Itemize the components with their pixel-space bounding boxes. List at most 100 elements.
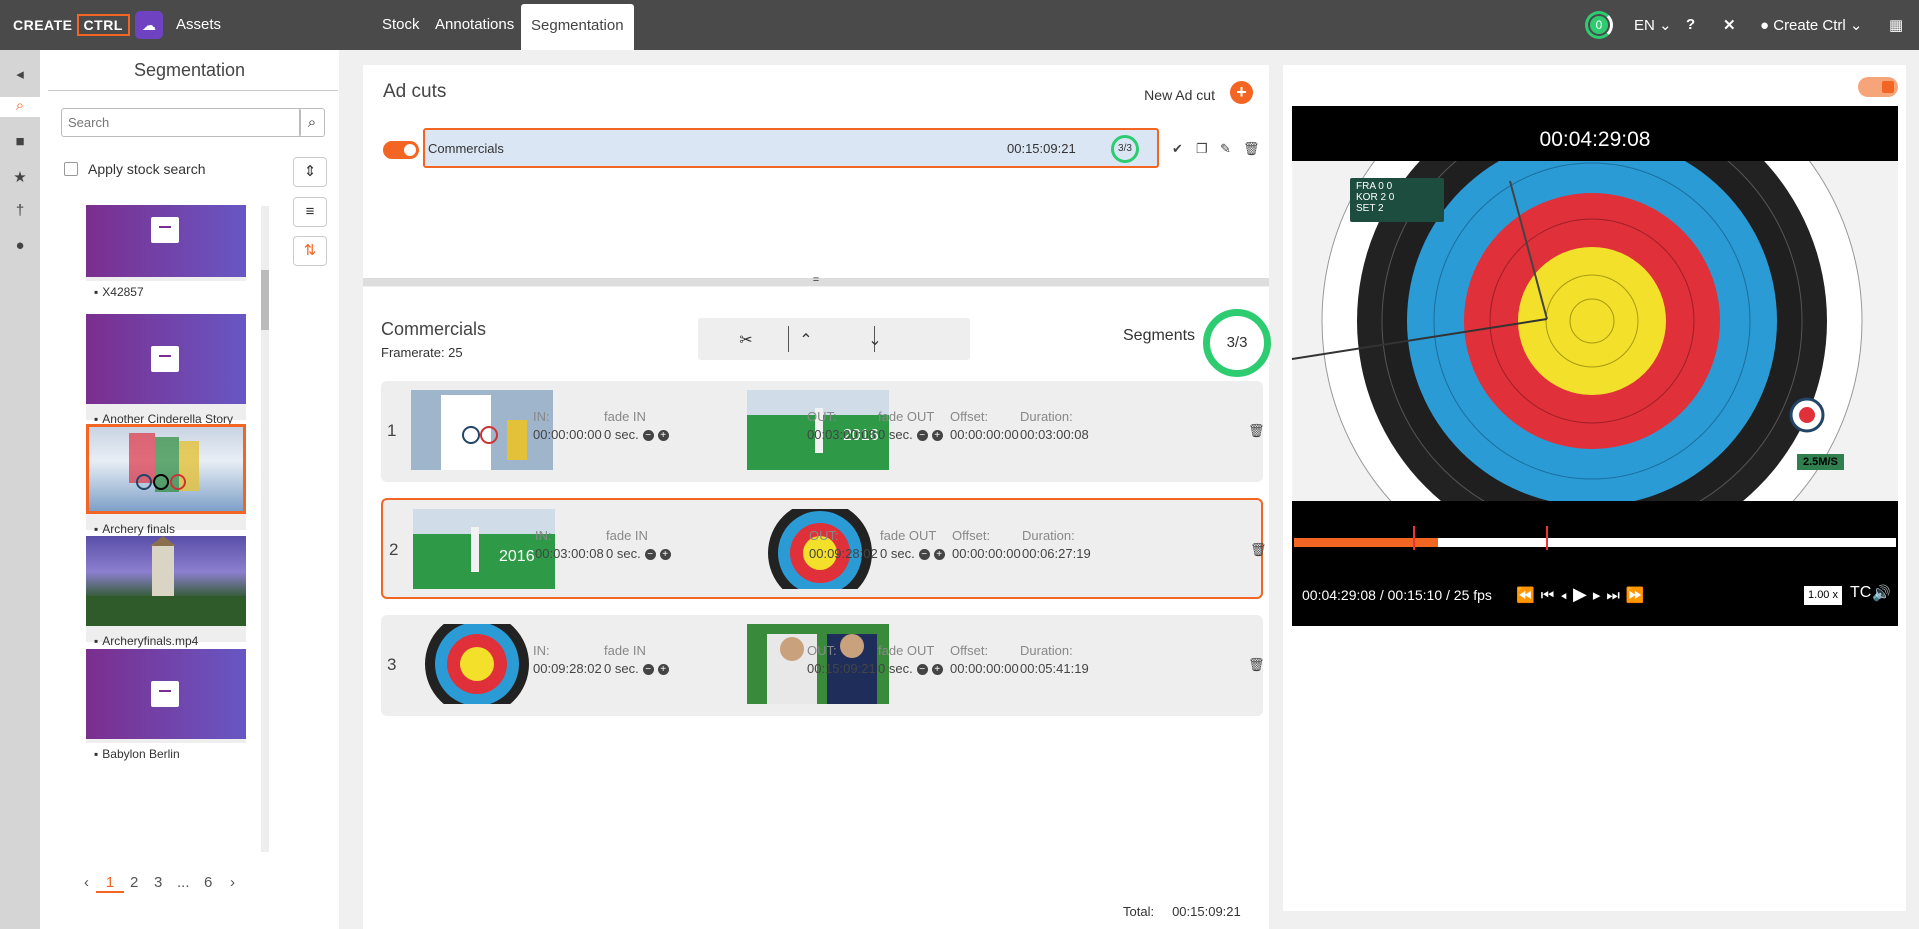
- search-icon[interactable]: ⌕: [0, 97, 40, 117]
- check-icon[interactable]: ✔: [1172, 141, 1183, 157]
- minus-icon[interactable]: −: [644, 549, 656, 561]
- skip-forward-icon[interactable]: ⏭: [1606, 587, 1626, 604]
- next-page-icon[interactable]: ›: [230, 874, 235, 891]
- scrollbar-thumb[interactable]: [261, 270, 269, 330]
- fade-in-label: fade IN: [604, 643, 646, 658]
- delete-segment-icon[interactable]: 🗑: [1248, 657, 1265, 673]
- prev-page-icon[interactable]: ‹: [84, 874, 89, 891]
- move-down-icon[interactable]: ⌄: [845, 330, 905, 350]
- fade-out-seconds: 0 sec.: [878, 427, 913, 442]
- play-icon[interactable]: ▶: [1573, 584, 1593, 604]
- video-player[interactable]: 00:04:29:08 FRA 0 0 KOR 2 0 SET 2 2.5M/S…: [1292, 106, 1898, 626]
- seek-bar[interactable]: [1294, 526, 1896, 550]
- trash-icon[interactable]: 🗑: [1243, 141, 1260, 157]
- asset-card-selected[interactable]: Archery finals: [86, 424, 246, 536]
- sort-field-button[interactable]: ≡: [293, 197, 327, 227]
- plus-icon[interactable]: +: [657, 664, 669, 676]
- tools-icon[interactable]: ✕: [1723, 16, 1736, 34]
- page-1[interactable]: 1: [96, 874, 124, 893]
- asset-thumbnail: [86, 424, 246, 514]
- asset-name: Babylon Berlin: [86, 739, 246, 769]
- plus-icon[interactable]: +: [659, 549, 671, 561]
- search-button[interactable]: ⌕: [299, 108, 325, 137]
- sort-direction-button[interactable]: ⇅: [293, 236, 327, 266]
- segment-row[interactable]: 1 IN: 00:00:00:00 fade IN 0 sec. − + 2016 …: [381, 381, 1265, 482]
- new-ad-cut-label[interactable]: New Ad cut: [1144, 87, 1215, 103]
- in-value: 00:03:00:08: [535, 546, 604, 561]
- tab-segmentation[interactable]: Segmentation: [521, 4, 634, 50]
- chevrons-icon: ⇕: [303, 163, 317, 180]
- search-input[interactable]: [61, 108, 301, 137]
- page-3[interactable]: 3: [154, 874, 162, 891]
- apply-stock-search-checkbox[interactable]: [64, 162, 78, 176]
- out-value: 00:15:09:21: [807, 661, 876, 676]
- asset-card[interactable]: Babylon Berlin: [86, 649, 246, 761]
- move-up-icon[interactable]: ⌃: [776, 330, 836, 350]
- segment-row-selected[interactable]: 2 2016 IN: 00:03:00:08 fade IN 0 sec. − + …: [381, 498, 1267, 599]
- offset-value: 00:00:00:00: [950, 661, 1019, 676]
- folder-icon[interactable]: ■: [10, 133, 30, 153]
- language-select[interactable]: EN ⌄: [1634, 16, 1672, 34]
- frame-back-icon[interactable]: ◂: [1560, 587, 1573, 604]
- playback-speed[interactable]: 1.00 x: [1804, 586, 1842, 605]
- timecode-toggle[interactable]: TC: [1850, 584, 1871, 602]
- in-label: IN:: [535, 528, 552, 543]
- plus-icon[interactable]: +: [931, 430, 943, 442]
- page-2[interactable]: 2: [130, 874, 138, 891]
- frame-forward-icon[interactable]: ▸: [1593, 587, 1607, 604]
- asset-card[interactable]: Archeryfinals.mp4: [86, 536, 246, 648]
- job-counter[interactable]: 0: [1585, 11, 1613, 39]
- minus-icon[interactable]: −: [916, 664, 928, 676]
- user-menu[interactable]: ● Create Ctrl ⌄: [1760, 16, 1863, 34]
- expand-collapse-button[interactable]: ⇕: [293, 157, 327, 187]
- segment-toolbar: ✂ ⌃ ⌄: [698, 318, 970, 360]
- asset-card[interactable]: Another Cinderella Story: [86, 314, 246, 426]
- add-ad-cut-button[interactable]: +: [1230, 81, 1253, 104]
- offset-label: Offset:: [950, 643, 989, 658]
- rewind-icon[interactable]: ⏪: [1516, 587, 1541, 604]
- minus-icon[interactable]: −: [642, 430, 654, 442]
- fast-forward-icon[interactable]: ⏩: [1626, 587, 1651, 604]
- person-icon[interactable]: ●: [10, 237, 30, 257]
- ad-cuts-panel: Ad cuts New Ad cut + Commercials 00:15:0…: [363, 65, 1269, 280]
- app-logo[interactable]: CREATE CTRL: [13, 14, 130, 36]
- video-frame[interactable]: FRA 0 0 KOR 2 0 SET 2 2.5M/S: [1292, 161, 1898, 501]
- minus-icon[interactable]: −: [916, 430, 928, 442]
- minus-icon[interactable]: −: [918, 549, 930, 561]
- help-icon[interactable]: ?: [1686, 16, 1695, 33]
- asset-thumbnail: [86, 314, 246, 404]
- star-icon[interactable]: ★: [10, 168, 30, 188]
- fade-out-label: fade OUT: [878, 643, 935, 658]
- collapse-icon[interactable]: ◂: [10, 65, 30, 85]
- page-6[interactable]: 6: [204, 874, 212, 891]
- copy-icon[interactable]: ❐: [1196, 141, 1208, 157]
- skip-back-icon[interactable]: ⏮: [1541, 587, 1561, 604]
- minus-icon[interactable]: −: [642, 664, 654, 676]
- timecode-display: 00:04:29:08: [1539, 128, 1651, 151]
- plus-icon[interactable]: +: [657, 430, 669, 442]
- duration-label: Duration:: [1020, 643, 1073, 658]
- edit-icon[interactable]: ✎: [1220, 141, 1231, 157]
- segment-marker[interactable]: [1545, 526, 1548, 550]
- out-label: OUT:: [807, 409, 837, 424]
- record-toggle[interactable]: [1858, 77, 1898, 97]
- tab-stock[interactable]: Stock: [382, 16, 420, 33]
- delete-segment-icon[interactable]: 🗑: [1248, 423, 1265, 439]
- segment-row[interactable]: 3 IN: 00:09:28:02 fade IN 0 sec. − + OUT: …: [381, 615, 1265, 716]
- ad-cut-row[interactable]: Commercials 00:15:09:21 3/3: [423, 128, 1159, 168]
- tab-annotations[interactable]: Annotations: [435, 16, 514, 33]
- apps-grid-icon[interactable]: ▦: [1889, 16, 1903, 34]
- cloud-icon[interactable]: ☁: [135, 11, 163, 39]
- volume-icon[interactable]: 🔊: [1872, 584, 1891, 602]
- ad-cut-toggle[interactable]: [383, 141, 419, 159]
- assets-menu[interactable]: Assets: [176, 16, 221, 33]
- resize-handle[interactable]: =: [363, 275, 1269, 286]
- plus-icon[interactable]: +: [933, 549, 945, 561]
- pin-icon[interactable]: †: [10, 202, 30, 222]
- scissors-icon[interactable]: ✂: [716, 330, 776, 350]
- fade-in-label: fade IN: [606, 528, 648, 543]
- asset-card[interactable]: X42857: [86, 205, 246, 299]
- delete-segment-icon[interactable]: 🗑: [1250, 542, 1267, 558]
- segment-marker[interactable]: [1413, 526, 1416, 550]
- plus-icon[interactable]: +: [931, 664, 943, 676]
